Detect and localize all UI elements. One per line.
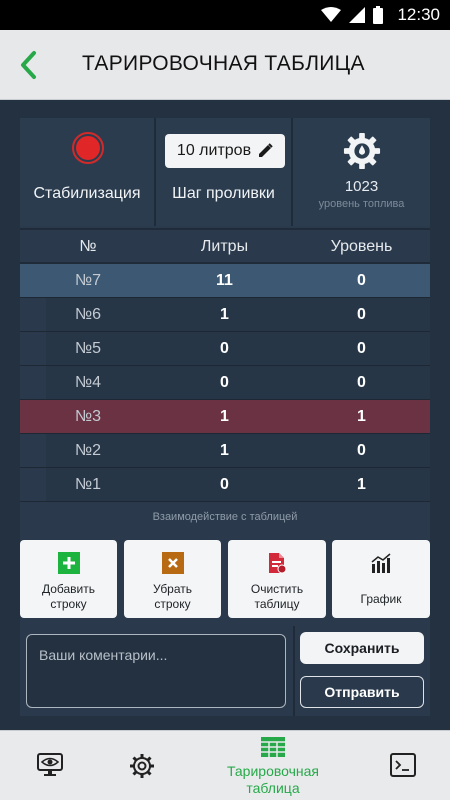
step-card: 10 литров Шаг проливки <box>156 118 293 226</box>
row-liters: 1 <box>220 408 229 425</box>
app-bar: ТАРИРОВОЧНАЯ ТАБЛИЦА <box>0 30 450 100</box>
plus-icon <box>57 552 80 574</box>
row-liters: 1 <box>220 306 229 323</box>
table-row[interactable]: №7 11 0 <box>20 264 430 298</box>
table-row[interactable]: №3 1 1 <box>20 400 430 434</box>
row-level: 0 <box>357 340 366 357</box>
back-button[interactable] <box>10 46 46 84</box>
gear-icon <box>130 754 154 778</box>
clear-table-label: Очистить таблицу <box>250 582 304 611</box>
remove-row-button[interactable]: Убрать строку <box>124 540 221 618</box>
send-button[interactable]: Отправить <box>300 676 424 708</box>
comment-input[interactable] <box>26 634 286 708</box>
nav-monitor[interactable] <box>0 731 100 800</box>
bottom-nav: Тарировочная таблица <box>0 730 450 800</box>
comment-area: Сохранить Отправить <box>20 626 430 716</box>
row-liters: 11 <box>216 272 233 289</box>
step-button[interactable]: 10 литров <box>165 134 285 168</box>
nav-calibration-table[interactable]: Тарировочная таблица <box>200 731 346 800</box>
table-actions: Добавить строку Убрать строку Очистить табл… <box>20 540 430 618</box>
stabilization-label: Стабилизация <box>33 185 141 202</box>
remove-icon <box>161 552 184 574</box>
table-row[interactable]: №2 1 0 <box>20 434 430 468</box>
battery-icon <box>373 6 384 24</box>
nav-terminal[interactable] <box>355 731 450 800</box>
row-level: 0 <box>357 306 366 323</box>
row-level: 0 <box>357 442 366 459</box>
status-bar: 12:30 <box>0 0 450 30</box>
header-num: № <box>79 238 97 255</box>
fuel-level-card[interactable]: 1023 уровень топлива <box>293 118 430 226</box>
row-level: 0 <box>357 374 366 391</box>
row-num: №4 <box>74 374 102 391</box>
table-header: № Литры Уровень <box>20 228 430 264</box>
remove-row-label: Убрать строку <box>152 582 193 611</box>
pencil-icon <box>259 143 273 157</box>
nav-calibration-label: Тарировочная таблица <box>226 763 320 796</box>
header-liters: Литры <box>200 238 249 255</box>
row-level: 0 <box>357 272 366 289</box>
signal-icon <box>349 7 366 23</box>
row-liters: 0 <box>220 476 229 493</box>
header-level: Уровень <box>330 238 393 255</box>
row-num: №6 <box>74 306 102 323</box>
gear-fuel-icon <box>343 132 381 170</box>
add-row-label: Добавить строку <box>41 582 96 611</box>
control-cards: Стабилизация 10 литров Шаг проливки 1023… <box>20 118 430 226</box>
fuel-level-value: 1023 <box>344 178 379 195</box>
bar-chart-icon <box>371 553 391 573</box>
clear-table-button[interactable]: Очистить таблицу <box>228 540 326 618</box>
page-title: ТАРИРОВОЧНАЯ ТАБЛИЦА <box>82 52 365 75</box>
row-liters: 0 <box>220 340 229 357</box>
chart-label: График <box>360 592 402 606</box>
terminal-icon <box>389 753 416 777</box>
fuel-level-label: уровень топлива <box>318 198 405 210</box>
row-num: №3 <box>74 408 102 425</box>
stabilization-card[interactable]: Стабилизация <box>20 118 156 226</box>
chart-button[interactable]: График <box>332 540 430 618</box>
chevron-left-icon <box>21 51 36 79</box>
status-time: 12:30 <box>397 5 440 24</box>
table-row[interactable]: №5 0 0 <box>20 332 430 366</box>
wifi-icon <box>321 7 342 22</box>
divider <box>293 626 295 716</box>
nav-settings[interactable] <box>100 731 184 800</box>
row-liters: 0 <box>220 374 229 391</box>
step-label: Шаг проливки <box>172 185 275 202</box>
table-row[interactable]: №6 1 0 <box>20 298 430 332</box>
table-row[interactable]: №1 0 1 <box>20 468 430 502</box>
row-num: №2 <box>74 442 102 459</box>
interaction-label: Взаимодействие с таблицей <box>152 511 298 523</box>
clear-document-icon <box>269 553 287 574</box>
record-indicator-icon <box>72 132 104 164</box>
row-num: №5 <box>74 340 102 357</box>
save-button[interactable]: Сохранить <box>300 632 424 664</box>
table-row[interactable]: №4 0 0 <box>20 366 430 400</box>
row-num: №1 <box>74 476 102 493</box>
monitor-eye-icon <box>37 753 63 776</box>
status-icons: 12:30 <box>321 5 440 25</box>
row-level: 1 <box>357 476 366 493</box>
row-liters: 1 <box>220 442 229 459</box>
step-value: 10 литров <box>176 142 252 159</box>
row-level: 1 <box>357 408 366 425</box>
add-row-button[interactable]: Добавить строку <box>20 540 117 618</box>
table-grid-icon <box>261 737 285 757</box>
row-num: №7 <box>74 272 102 289</box>
